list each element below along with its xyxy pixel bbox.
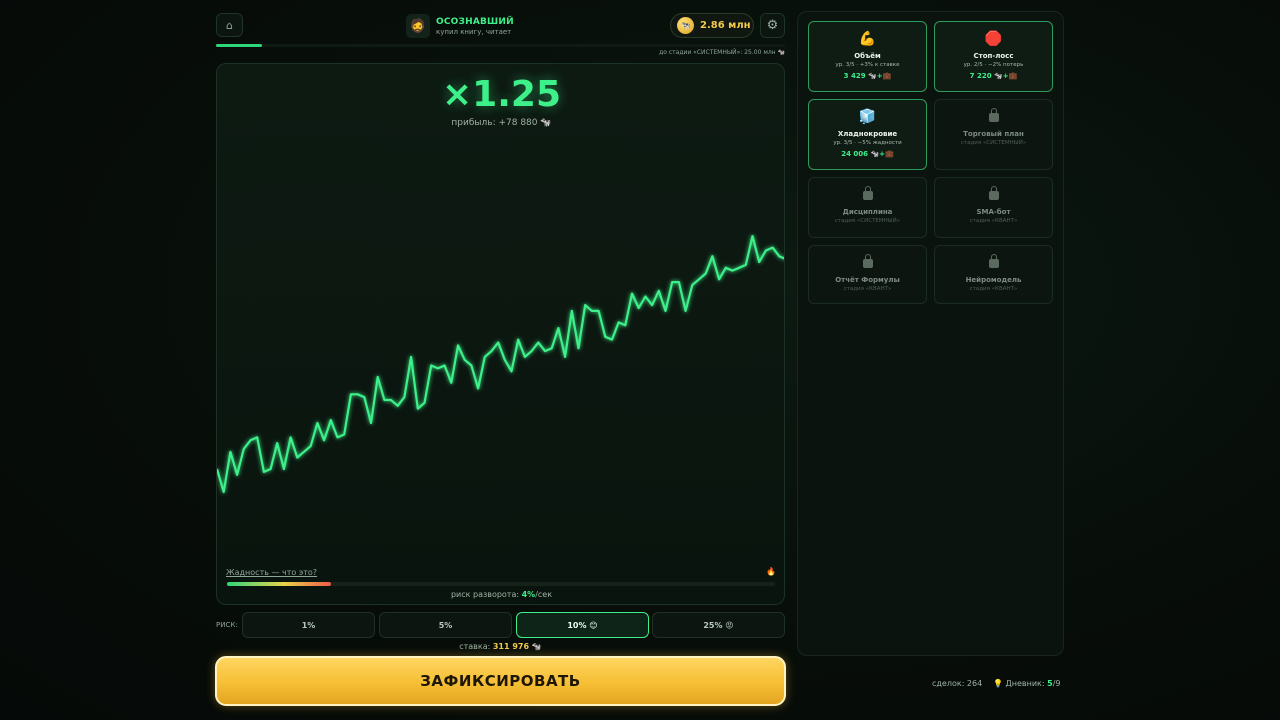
- upgrade-title: Объём: [854, 52, 881, 60]
- stage-progress-bar: [216, 44, 785, 47]
- risk-option-10[interactable]: 10% 😊: [516, 612, 649, 638]
- upgrade-title: Нейромодель: [965, 276, 1022, 284]
- upgrade-card-trading-plan: Торговый план стадия «СИСТЕМНЫЙ»: [934, 99, 1053, 170]
- risk-option-1[interactable]: 1%: [242, 612, 375, 638]
- home-button[interactable]: ⌂: [216, 13, 243, 37]
- stage-progress-fill: [216, 44, 262, 47]
- risk-label: РИСК:: [216, 621, 238, 629]
- risk-option-25[interactable]: 25% 😡: [652, 612, 785, 638]
- upgrade-requirement: стадия «СИСТЕМНЫЙ»: [834, 218, 901, 224]
- upgrade-card-sma-bot: SMA-бот стадия «КВАНТ»: [934, 177, 1053, 238]
- greed-help-link[interactable]: Жадность — что это?: [226, 568, 317, 577]
- upgrade-requirement: стадия «КВАНТ»: [843, 286, 892, 292]
- upgrade-level: ур. 3/5 · −5% жадности: [833, 140, 902, 146]
- upgrade-requirement: стадия «КВАНТ»: [969, 218, 1018, 224]
- fix-profit-button[interactable]: ЗАФИКСИРОВАТЬ: [215, 656, 786, 706]
- upgrade-title: Стоп-лосс: [973, 52, 1014, 60]
- rank-name: ОСОЗНАВШИЙ: [436, 16, 514, 27]
- stake-label: ставка:: [459, 642, 493, 651]
- reversal-risk-unit: /сек: [535, 590, 553, 599]
- greed-meter-fill: [227, 582, 332, 586]
- upgrade-price: 3 429 🐄+💼: [843, 72, 892, 80]
- greed-meter: [227, 582, 775, 586]
- gear-icon: ⚙: [766, 18, 779, 33]
- upgrade-requirement: стадия «СИСТЕМНЫЙ»: [960, 140, 1027, 146]
- lock-icon: [988, 186, 999, 200]
- reversal-risk-label: риск разворота:: [450, 590, 522, 599]
- upgrade-card-composure[interactable]: 🧊 Хладнокровие ур. 3/5 · −5% жадности 24…: [808, 99, 927, 170]
- reversal-risk: риск разворота: 4%/сек: [217, 590, 784, 599]
- settings-button[interactable]: ⚙: [760, 13, 785, 38]
- upgrade-title: Торговый план: [963, 130, 1024, 138]
- multiplier-value: ×1.25: [442, 74, 561, 115]
- lock-icon: [862, 186, 873, 200]
- rank-subtitle: купил книгу, читает: [436, 27, 512, 36]
- upgrade-card-formula-report: Отчёт Формулы стадия «КВАНТ»: [808, 245, 927, 304]
- upgrade-title: Дисциплина: [842, 208, 893, 216]
- upgrade-price: 24 006 🐄+💼: [841, 150, 894, 158]
- diary-label: 💡 Дневник:: [993, 679, 1048, 688]
- fire-icon: 🔥: [766, 567, 776, 576]
- chart-panel: ×1.25 прибыль: +78 880 🐄 Жадность — что …: [216, 63, 785, 605]
- reversal-risk-value: 4%: [521, 590, 536, 599]
- stop-sign-icon: 🛑: [984, 31, 1003, 47]
- diary-total: /9: [1052, 679, 1061, 688]
- upgrade-level: ур. 2/5 · −2% потерь: [963, 62, 1024, 68]
- profit-value: прибыль: +78 880 🐄: [451, 118, 552, 128]
- upgrade-price: 7 220 🐄+💼: [969, 72, 1018, 80]
- home-icon: ⌂: [226, 18, 233, 32]
- lock-icon: [988, 108, 999, 122]
- deals-count: сделок: 264: [932, 679, 983, 688]
- balance-pill: 🐄 2.86 млн: [670, 13, 754, 38]
- next-stage-label: до стадии «СИСТЕМНЫЙ»: 25.00 млн 🐄: [659, 49, 785, 56]
- balance-value: 2.86 млн: [700, 20, 751, 31]
- coin-icon: 🐄: [677, 17, 694, 34]
- price-chart: [217, 235, 784, 494]
- price-line: [217, 235, 784, 494]
- upgrade-title: Отчёт Формулы: [835, 276, 900, 284]
- upgrade-card-neuromodel: Нейромодель стадия «КВАНТ»: [934, 245, 1053, 304]
- diary-link[interactable]: 💡 Дневник: 5/9: [993, 679, 1061, 688]
- lock-icon: [862, 254, 873, 268]
- upgrade-level: ур. 3/5 · +3% к ставке: [835, 62, 900, 68]
- stake-value: 311 976 🐄: [492, 642, 542, 651]
- upgrade-card-volume[interactable]: 💪 Объём ур. 3/5 · +3% к ставке 3 429 🐄+💼: [808, 21, 927, 92]
- upgrade-requirement: стадия «КВАНТ»: [969, 286, 1018, 292]
- trader-avatar-icon: 🧔: [406, 14, 430, 38]
- upgrade-card-discipline: Дисциплина стадия «СИСТЕМНЫЙ»: [808, 177, 927, 238]
- upgrade-title: SMA-бот: [976, 208, 1011, 216]
- ice-cube-icon: 🧊: [858, 109, 877, 125]
- lock-icon: [988, 254, 999, 268]
- upgrade-title: Хладнокровие: [837, 130, 898, 138]
- risk-option-5[interactable]: 5%: [379, 612, 512, 638]
- rank-badge: 🧔 ОСОЗНАВШИЙ купил книгу, читает: [406, 12, 514, 40]
- flexed-biceps-icon: 💪: [858, 31, 877, 47]
- upgrade-card-stop-loss[interactable]: 🛑 Стоп-лосс ур. 2/5 · −2% потерь 7 220 🐄…: [934, 21, 1053, 92]
- stake-line: ставка: 311 976 🐄: [216, 642, 785, 651]
